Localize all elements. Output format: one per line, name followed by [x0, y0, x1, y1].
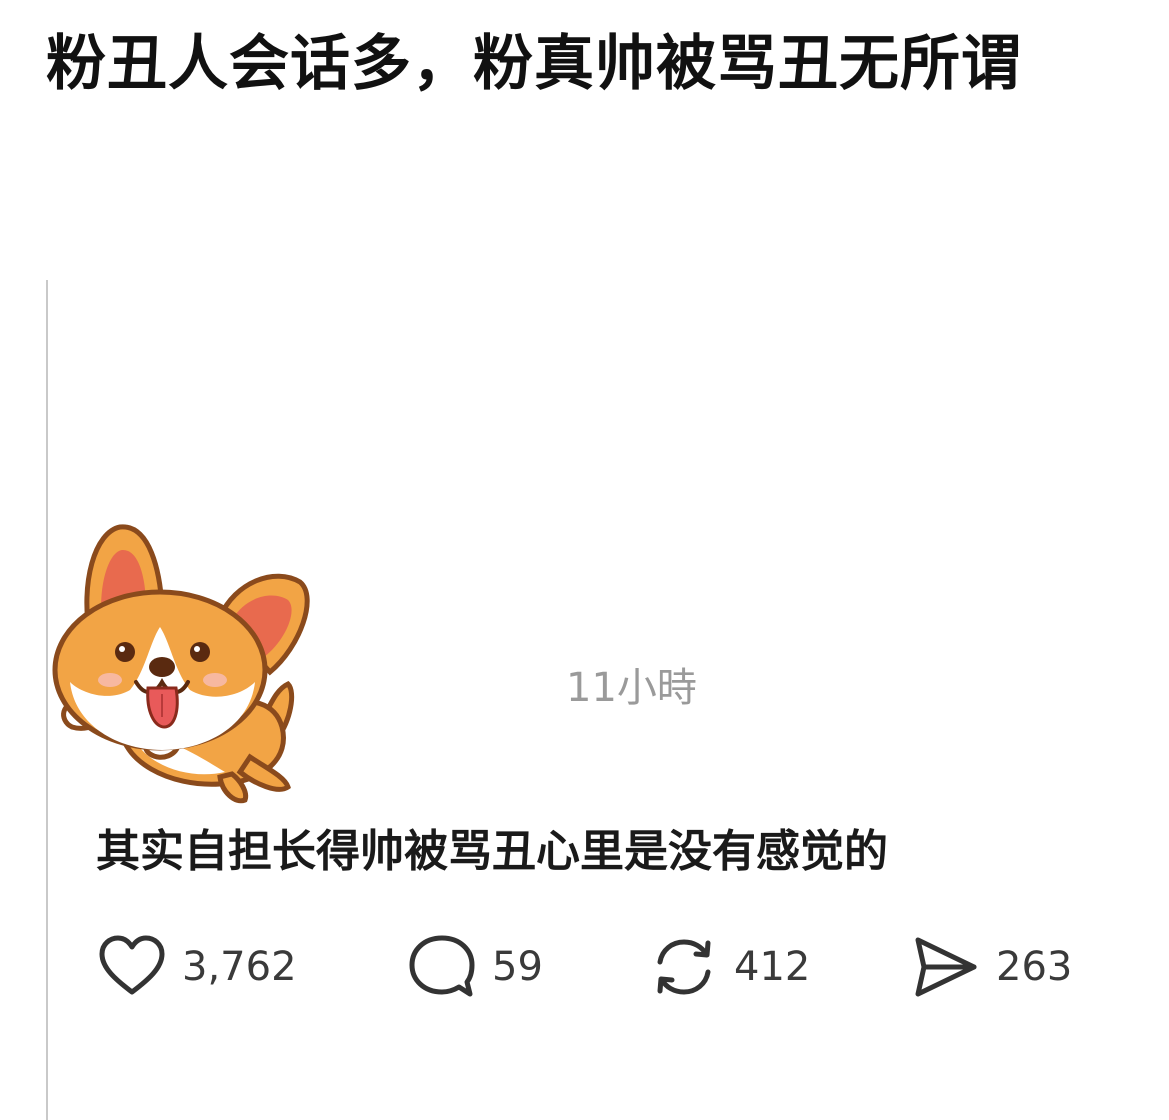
comment-bubble-icon: [406, 932, 478, 1002]
heart-icon: [96, 932, 168, 1002]
comment-button[interactable]: 59: [406, 932, 543, 1002]
share-count: 263: [996, 944, 1073, 990]
post-title: 粉丑人会话多，粉真帅被骂丑无所谓: [46, 29, 1022, 99]
send-icon: [910, 932, 982, 1002]
repost-button[interactable]: 412: [648, 932, 810, 1002]
corgi-sticker-icon: [50, 522, 315, 812]
reply-timestamp: 11小時: [566, 665, 697, 711]
like-count: 3,762: [182, 944, 297, 990]
thread-line: [46, 280, 48, 1120]
repost-icon: [648, 932, 720, 1002]
like-button[interactable]: 3,762: [96, 932, 297, 1002]
reply-text: 其实自担长得帅被骂丑心里是没有感觉的: [96, 826, 888, 877]
share-button[interactable]: 263: [910, 932, 1072, 1002]
repost-count: 412: [734, 944, 811, 990]
comment-count: 59: [492, 944, 543, 990]
